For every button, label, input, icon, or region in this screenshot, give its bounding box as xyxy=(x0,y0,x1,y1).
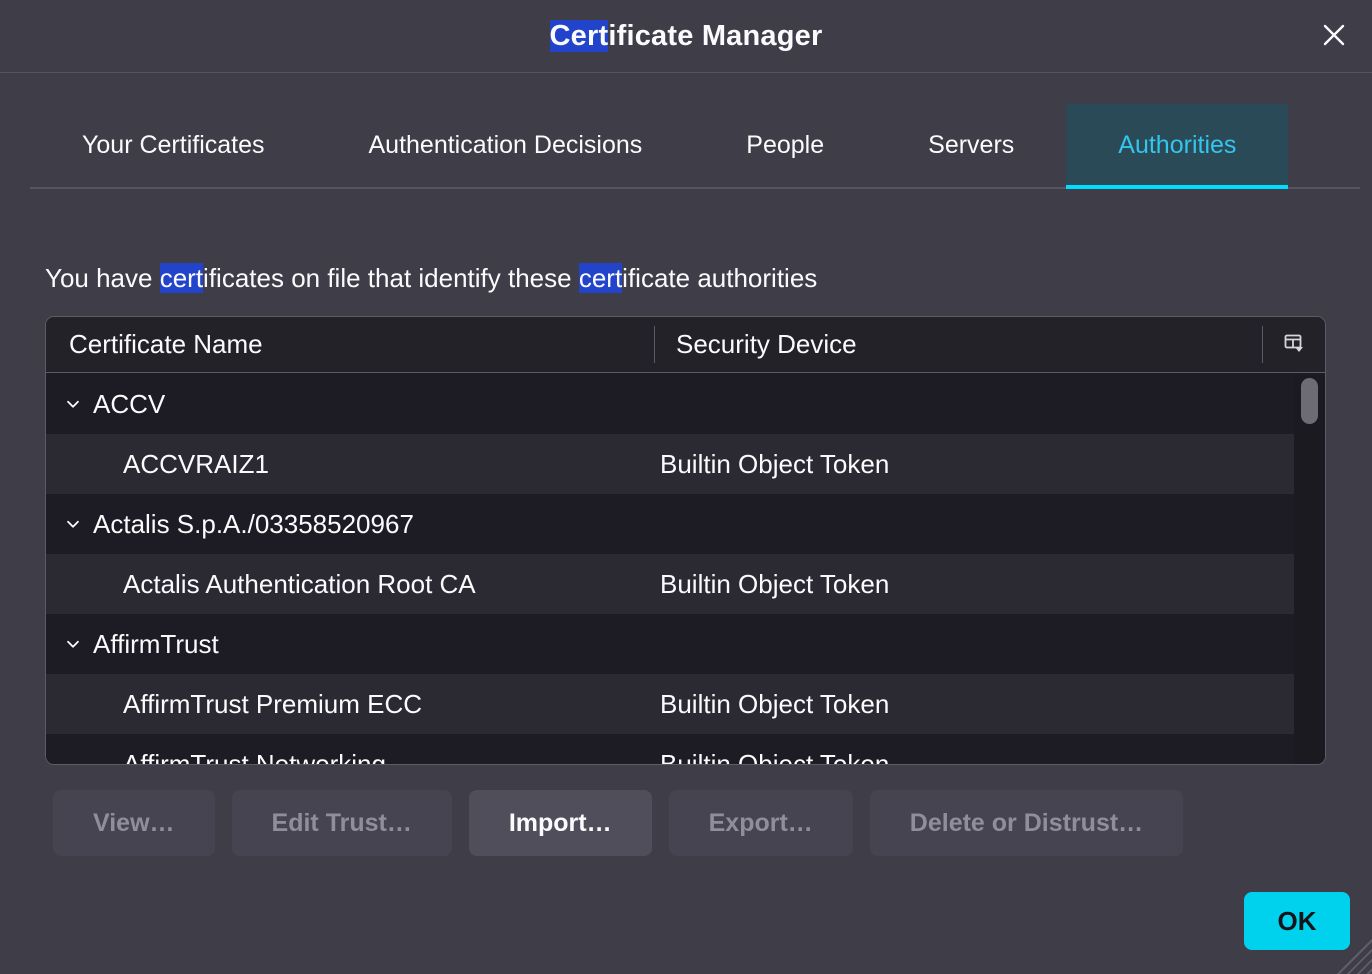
tab-servers[interactable]: Servers xyxy=(876,104,1066,187)
view-button[interactable]: View… xyxy=(53,790,215,856)
tab-authentication-decisions[interactable]: Authentication Decisions xyxy=(317,104,695,187)
security-device: Builtin Object Token xyxy=(654,749,1325,766)
security-device: Builtin Object Token xyxy=(654,689,1325,720)
certificates-tree: Certificate Name Security Device ACCV xyxy=(45,316,1326,765)
security-device: Builtin Object Token xyxy=(654,449,1325,480)
export-button[interactable]: Export… xyxy=(669,790,853,856)
column-header-security-device[interactable]: Security Device xyxy=(654,329,1325,360)
tab-authorities[interactable]: Authorities xyxy=(1066,104,1288,187)
action-button-row: View… Edit Trust… Import… Export… Delete or … xyxy=(53,790,1183,856)
close-button[interactable] xyxy=(1314,16,1354,56)
tree-row-group[interactable]: AffirmTrust xyxy=(46,614,1325,674)
certificate-name: Actalis Authentication Root CA xyxy=(123,569,476,600)
delete-or-distrust-button[interactable]: Delete or Distrust… xyxy=(870,790,1183,856)
column-divider xyxy=(654,326,655,363)
tab-your-certificates[interactable]: Your Certificates xyxy=(30,104,317,187)
table-columns-icon xyxy=(1282,331,1306,358)
tree-row-certificate[interactable]: ACCVRAIZ1 Builtin Object Token xyxy=(46,434,1325,494)
find-highlight: cert xyxy=(160,263,203,293)
certificate-name: AffirmTrust Networking xyxy=(123,749,386,766)
chevron-down-icon[interactable] xyxy=(63,514,83,534)
find-highlight: cert xyxy=(579,263,622,293)
tree-scrollbar-thumb[interactable] xyxy=(1301,378,1318,424)
tree-row-group[interactable]: Actalis S.p.A./03358520967 xyxy=(46,494,1325,554)
column-picker-button[interactable] xyxy=(1263,317,1325,372)
group-label: AffirmTrust xyxy=(93,629,219,660)
description-text: ificate authorities xyxy=(622,263,817,293)
tree-row-certificate[interactable]: Actalis Authentication Root CA Builtin O… xyxy=(46,554,1325,614)
tree-row-certificate[interactable]: AffirmTrust Networking Builtin Object To… xyxy=(46,734,1325,765)
column-header-certificate-name[interactable]: Certificate Name xyxy=(46,329,654,360)
title-rest: ificate Manager xyxy=(608,20,822,52)
group-label: ACCV xyxy=(93,389,165,420)
chevron-down-icon[interactable] xyxy=(63,394,83,414)
tree-header: Certificate Name Security Device xyxy=(46,317,1325,373)
security-device: Builtin Object Token xyxy=(654,569,1325,600)
edit-trust-button[interactable]: Edit Trust… xyxy=(232,790,452,856)
authorities-description: You have certificates on file that ident… xyxy=(45,260,817,296)
tab-people[interactable]: People xyxy=(694,104,876,187)
ok-button[interactable]: OK xyxy=(1244,892,1350,950)
group-label: Actalis S.p.A./03358520967 xyxy=(93,509,414,540)
description-text: ificates on file that identify these xyxy=(203,263,579,293)
certificate-name: ACCVRAIZ1 xyxy=(123,449,269,480)
chevron-down-icon[interactable] xyxy=(63,634,83,654)
dialog-title: Certificate Manager xyxy=(550,20,823,53)
import-button[interactable]: Import… xyxy=(469,790,652,856)
tree-row-certificate[interactable]: AffirmTrust Premium ECC Builtin Object T… xyxy=(46,674,1325,734)
tree-body: ACCV ACCVRAIZ1 Builtin Object Token Acta… xyxy=(46,374,1325,764)
description-text: You have xyxy=(45,263,160,293)
close-icon xyxy=(1319,20,1349,53)
dialog-titlebar: Certificate Manager xyxy=(0,0,1372,73)
certificate-name: AffirmTrust Premium ECC xyxy=(123,689,422,720)
certificate-manager-tabs: Your CertificatesAuthentication Decision… xyxy=(30,104,1360,189)
title-find-highlight: Cert xyxy=(550,20,609,52)
tree-row-group[interactable]: ACCV xyxy=(46,374,1325,434)
tree-scrollbar-track[interactable] xyxy=(1294,374,1325,764)
